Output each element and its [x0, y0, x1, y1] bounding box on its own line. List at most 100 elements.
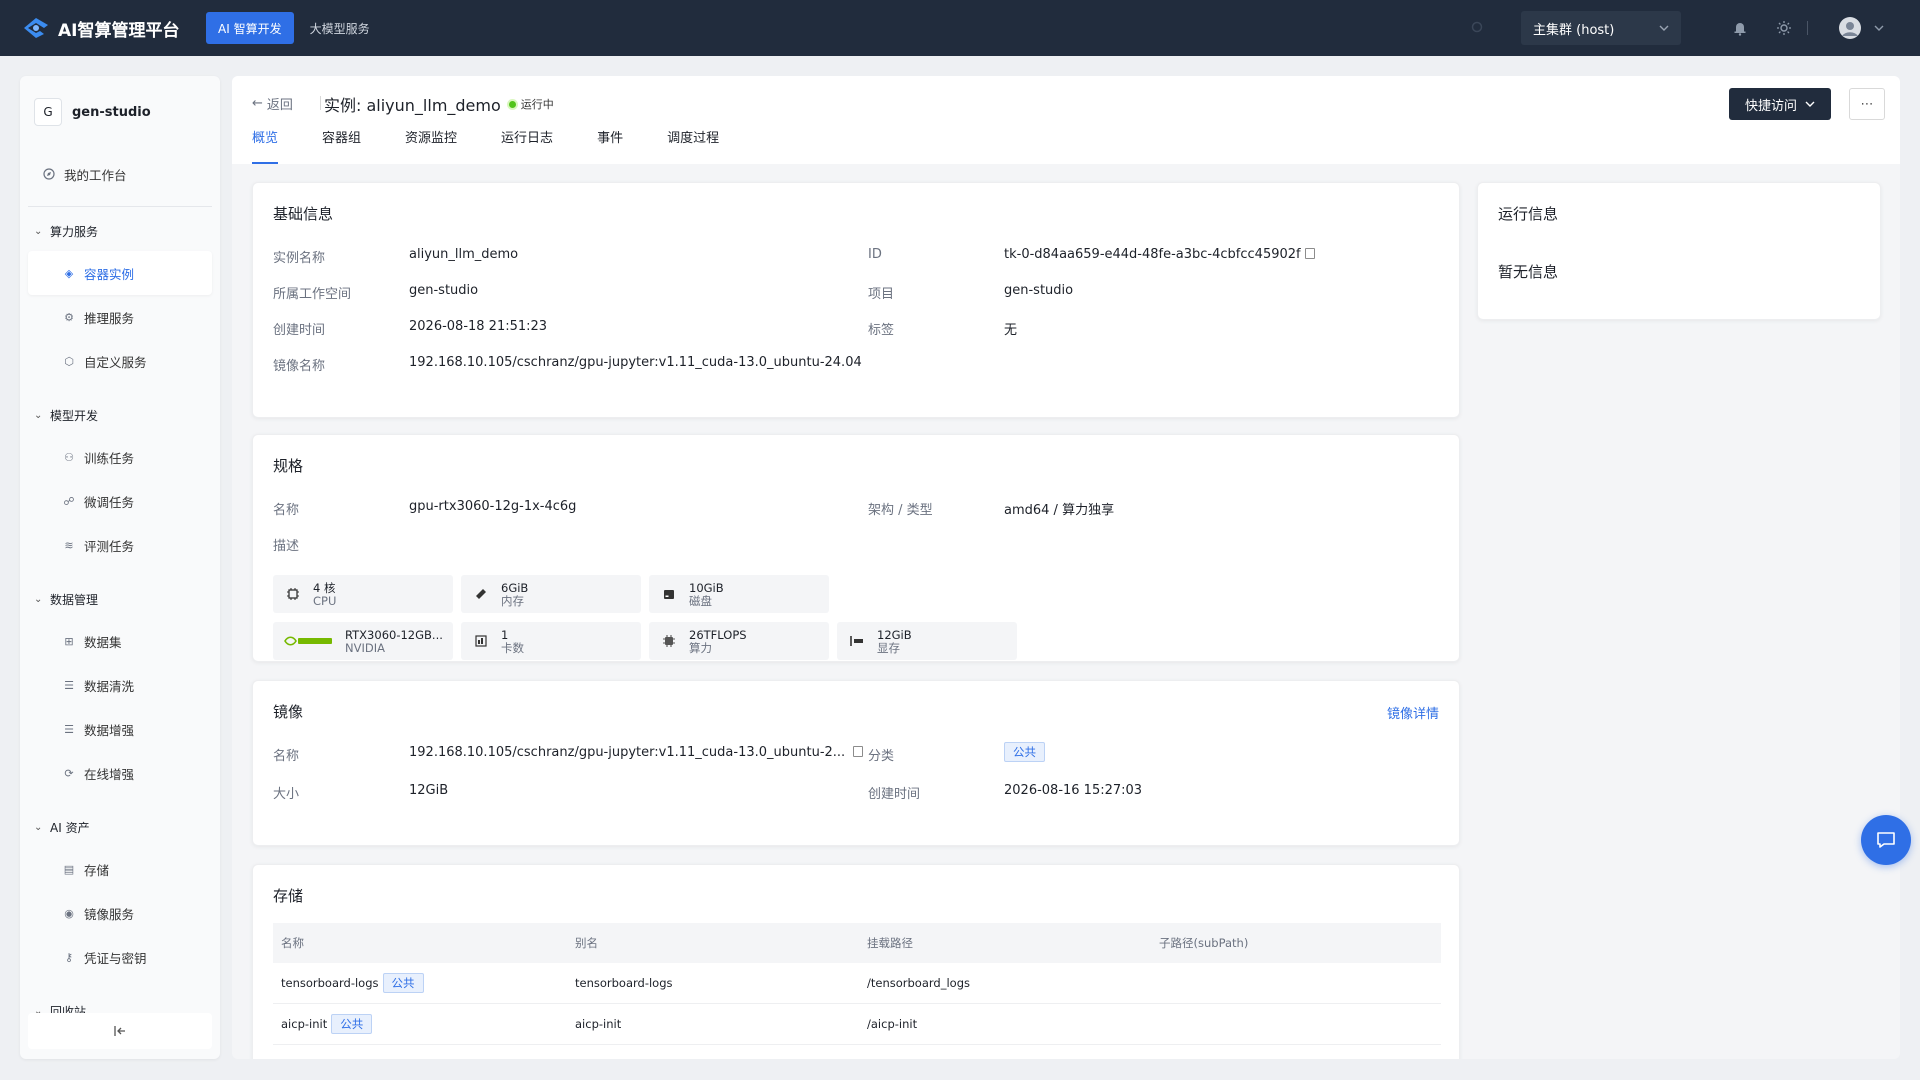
quick-access-button[interactable]: 快捷访问	[1729, 88, 1831, 120]
topbar-divider	[1807, 21, 1808, 35]
resource-label: 卡数	[501, 640, 524, 655]
nav-llm-service[interactable]: 大模型服务	[298, 12, 382, 44]
card-title: 规格	[273, 457, 304, 475]
tab-logs[interactable]: 运行日志	[501, 128, 553, 164]
group-label: 数据管理	[50, 592, 99, 607]
card-title: 运行信息	[1498, 205, 1559, 223]
sidebar-item-label: 在线增强	[84, 766, 135, 782]
cell-path: /tensorboard_logs	[867, 976, 970, 990]
field-label: 分类	[868, 749, 895, 764]
resource-compute: 26TFLOPS 算力	[649, 622, 829, 660]
resource-label: 显存	[877, 640, 900, 655]
sidebar-item-container-instance[interactable]: ◈ 容器实例	[28, 251, 212, 295]
gear-icon: ⚙	[64, 310, 74, 324]
sidebar-item-finetune[interactable]: ☍ 微调任务	[20, 479, 220, 523]
cell-name: aicp-init 公共	[273, 1014, 567, 1034]
chevron-down-icon: ⌄	[34, 409, 43, 421]
theme-sun-icon[interactable]	[1775, 19, 1793, 37]
workspace-switcher[interactable]: G gen-studio	[20, 76, 220, 130]
field-label: 名称	[273, 503, 300, 518]
card-title: 基础信息	[273, 205, 334, 223]
sidebar-item-label: 推理服务	[84, 310, 135, 326]
basic-info-card: 基础信息 实例名称 aliyun_llm_demo 所属工作空间 gen-stu…	[252, 182, 1460, 418]
tab-bar: 概览 容器组 资源监控 运行日志 事件 调度过程	[252, 128, 763, 164]
sidebar-item-label: 容器实例	[84, 266, 135, 282]
sidebar-item-workbench[interactable]: 我的工作台	[20, 152, 220, 196]
sidebar-item-storage[interactable]: ▤ 存储	[20, 847, 220, 891]
collapse-icon	[114, 1026, 125, 1036]
spec-name-value: gpu-rtx3060-12g-1x-4c6g	[409, 499, 577, 514]
workspace-initial: G	[34, 98, 62, 126]
tab-scheduling[interactable]: 调度过程	[667, 128, 719, 164]
copy-icon[interactable]	[853, 746, 864, 757]
chat-button[interactable]	[1861, 815, 1911, 865]
field-label: 创建时间	[273, 323, 326, 338]
sidebar-item-training[interactable]: ⚇ 训练任务	[20, 435, 220, 479]
column-header: 挂载路径	[867, 936, 913, 950]
spec-card: 规格 名称 gpu-rtx3060-12g-1x-4c6g 架构 / 类型 am…	[252, 434, 1460, 662]
avatar-chevron-icon[interactable]	[1870, 19, 1888, 37]
sidebar-item-inference[interactable]: ⚙ 推理服务	[20, 295, 220, 339]
collapse-sidebar-button[interactable]	[28, 1013, 212, 1049]
status-badge: 运行中	[508, 96, 554, 112]
logo-icon	[24, 18, 48, 38]
disk-icon	[649, 587, 689, 601]
sidebar-item-credentials[interactable]: ⚷ 凭证与密钥	[20, 935, 220, 979]
tab-events[interactable]: 事件	[597, 128, 623, 164]
sidebar-item-dataset[interactable]: ⊞ 数据集	[20, 619, 220, 663]
back-label: 返回	[266, 98, 293, 113]
sidebar-item-data-augment[interactable]: ☰ 数据增强	[20, 707, 220, 751]
cell-alias: tensorboard-logs	[575, 976, 673, 990]
chevron-down-icon: ⌄	[34, 821, 43, 833]
field-label: 创建时间	[868, 787, 921, 802]
card-title: 存储	[273, 887, 304, 905]
sidebar-group-ai-assets[interactable]: ⌄ AI 资产	[20, 807, 220, 847]
sidebar-item-label: 数据增强	[84, 722, 135, 738]
back-button[interactable]: ← 返回	[252, 94, 293, 113]
image-name-value: 192.168.10.105/cschranz/gpu-jupyter:v1.1…	[409, 355, 862, 370]
resource-value: 26TFLOPS	[689, 627, 747, 642]
search-icon[interactable]	[1469, 19, 1487, 37]
app-logo[interactable]: AI智算管理平台	[22, 16, 206, 41]
copy-icon[interactable]	[1304, 248, 1315, 259]
sidebar-item-label: 训练任务	[84, 450, 135, 466]
public-tag: 公共	[382, 973, 424, 993]
page-header: ← 返回 实例: aliyun_llm_demo 运行中 概览 容器组 资源监控 …	[232, 76, 1900, 164]
sidebar-group-compute[interactable]: ⌄ 算力服务	[20, 211, 220, 251]
resource-label: 算力	[689, 640, 712, 655]
hierarchy-icon: ⚇	[64, 450, 74, 464]
image-card: 镜像 镜像详情 名称 192.168.10.105/cschranz/gpu-j…	[252, 680, 1460, 846]
refresh-icon: ⟳	[64, 766, 74, 780]
more-button[interactable]: ⋯	[1849, 88, 1885, 120]
chevron-down-icon: ⌄	[34, 225, 43, 237]
bell-icon[interactable]	[1731, 19, 1749, 37]
image-detail-link[interactable]: 镜像详情	[1387, 703, 1439, 722]
sidebar-item-image-service[interactable]: ◉ 镜像服务	[20, 891, 220, 935]
sidebar-item-evaluation[interactable]: ≋ 评测任务	[20, 523, 220, 567]
tab-monitoring[interactable]: 资源监控	[405, 128, 457, 164]
sidebar-item-label: 存储	[84, 862, 110, 878]
storage-table: 名称 别名 挂载路径 子路径(subPath) tensorboard-logs…	[273, 923, 1441, 1045]
tab-overview[interactable]: 概览	[252, 128, 279, 164]
vram-icon	[837, 634, 877, 648]
tab-pods[interactable]: 容器组	[322, 128, 361, 164]
sidebar-item-data-clean[interactable]: ☰ 数据清洗	[20, 663, 220, 707]
tags-value: 无	[1004, 323, 1018, 338]
sidebar-group-data[interactable]: ⌄ 数据管理	[20, 579, 220, 619]
memory-icon	[461, 587, 501, 601]
cluster-select[interactable]: 主集群 (host)	[1521, 11, 1681, 45]
resource-value: 6GiB	[501, 580, 529, 595]
resource-value: 10GiB	[689, 580, 724, 595]
sidebar-item-online-augment[interactable]: ⟳ 在线增强	[20, 751, 220, 795]
storage-icon: ▤	[63, 862, 75, 876]
top-bar: AI智算管理平台 AI 智算开发 大模型服务 主集群 (host)	[0, 0, 1920, 56]
sidebar-group-model-dev[interactable]: ⌄ 模型开发	[20, 395, 220, 435]
sidebar-item-custom-service[interactable]: ⬡ 自定义服务	[20, 339, 220, 383]
status-text: 运行中	[520, 98, 554, 111]
created-time-value: 2026-08-18 21:51:23	[409, 319, 548, 334]
project-value: gen-studio	[1004, 283, 1074, 298]
field-label: 所属工作空间	[273, 287, 352, 302]
category-value: 公共	[1004, 742, 1045, 762]
nav-ai-dev[interactable]: AI 智算开发	[206, 12, 294, 44]
avatar[interactable]	[1838, 16, 1862, 40]
